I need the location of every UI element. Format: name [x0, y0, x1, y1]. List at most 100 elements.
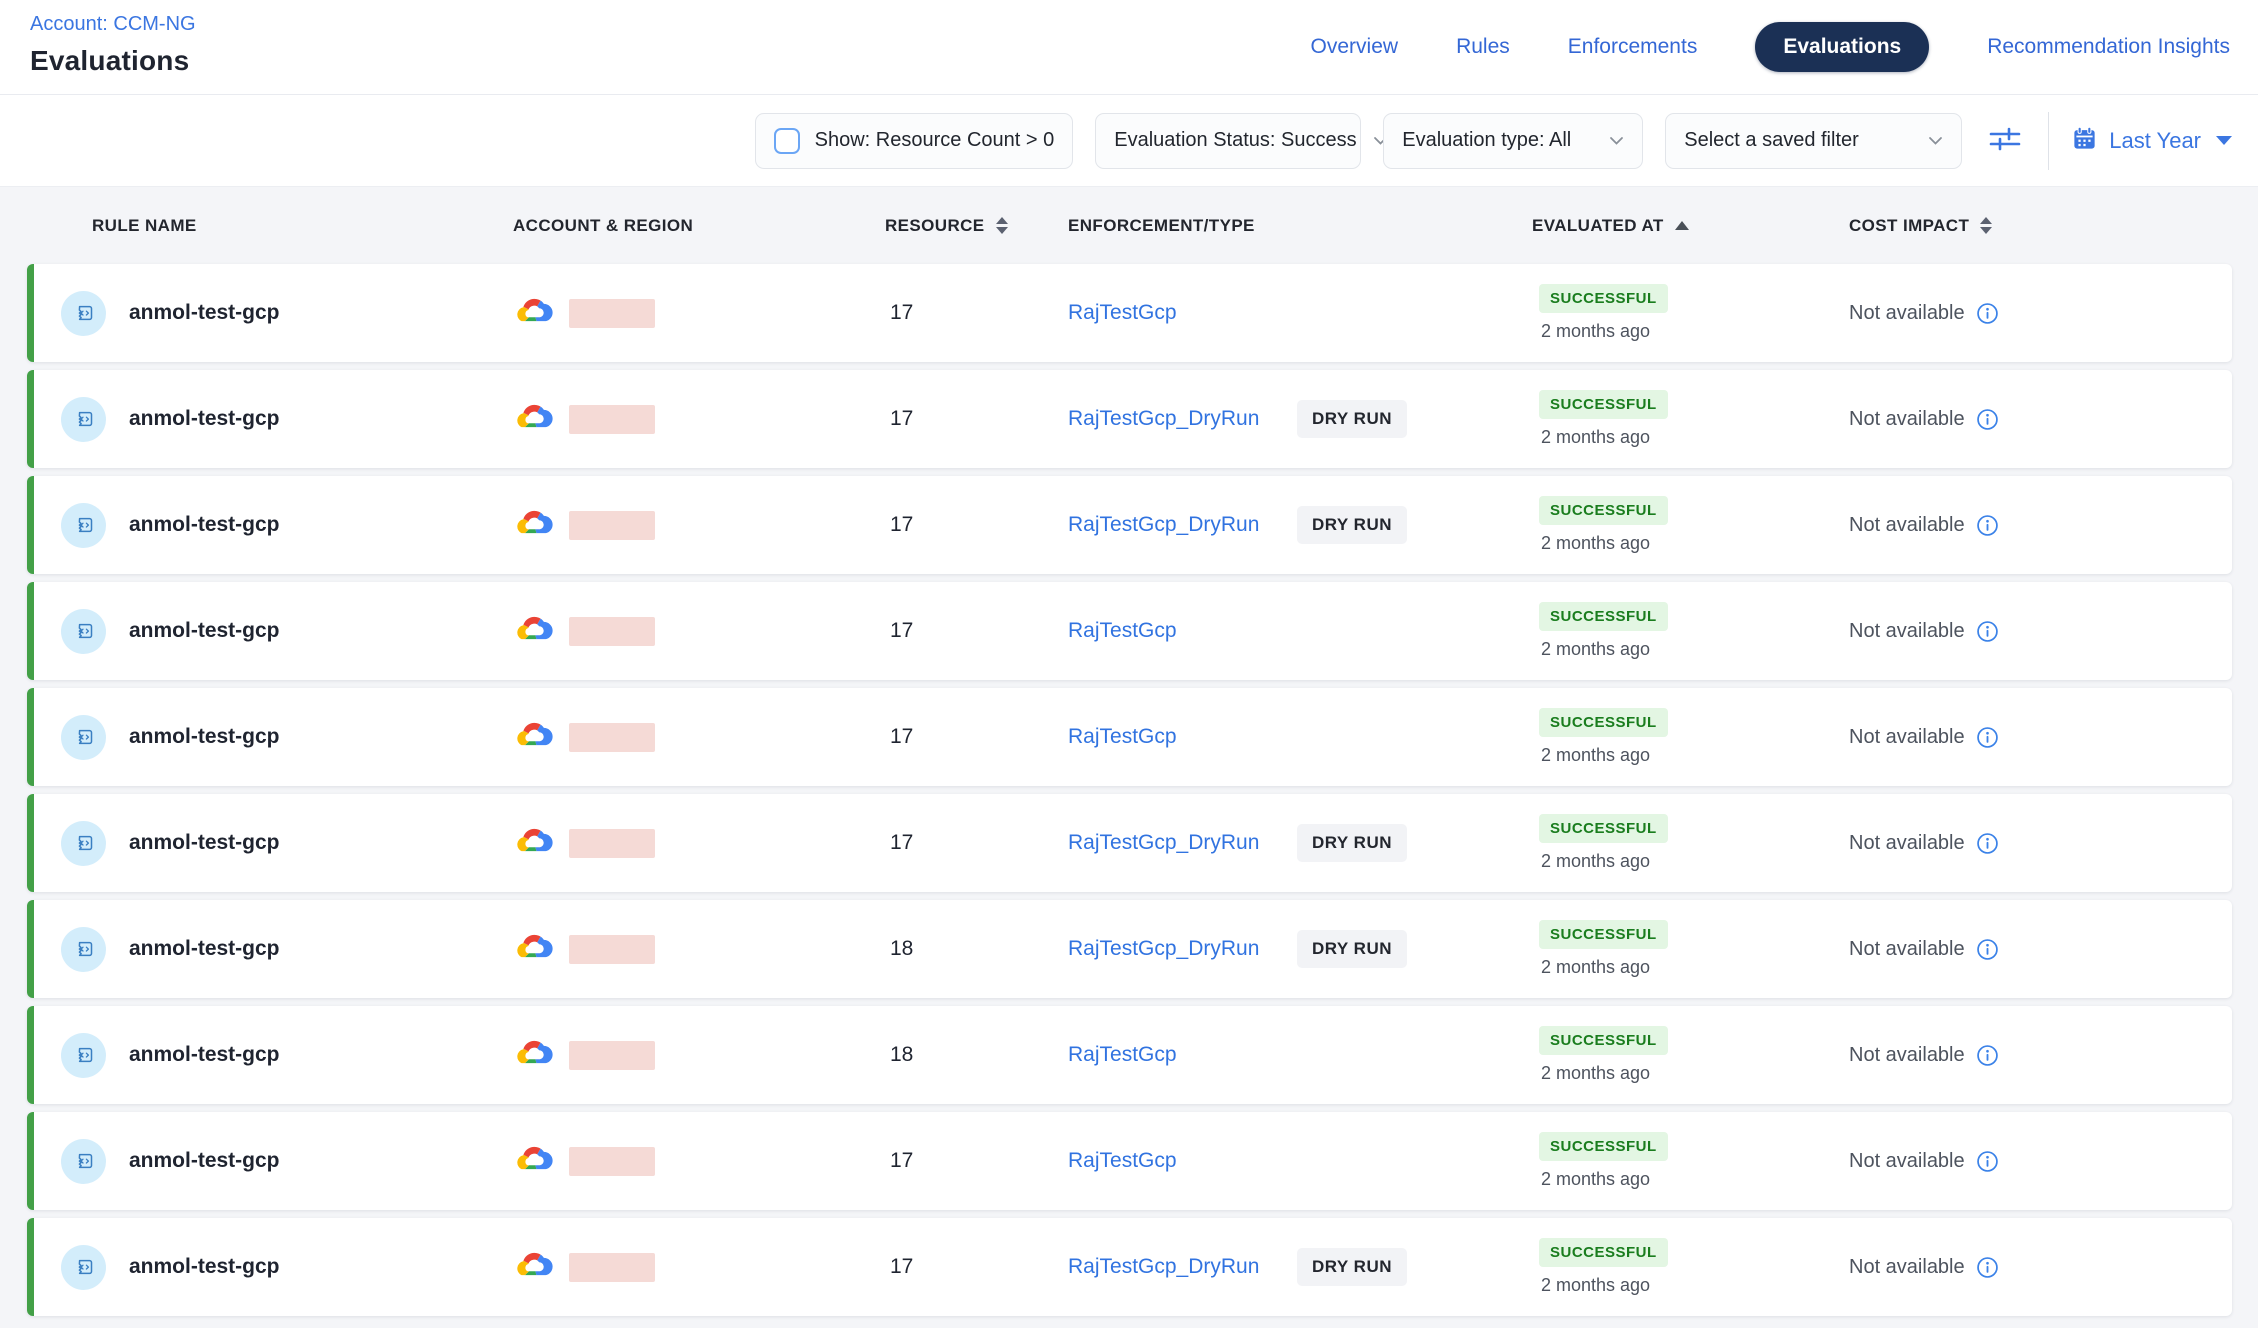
dry-run-badge: DRY RUN — [1297, 1248, 1407, 1286]
column-header-cost-impact[interactable]: COST IMPACT — [1849, 216, 2232, 236]
cost-impact-text: Not available — [1849, 1150, 1965, 1173]
table-row[interactable]: anmol-test-gcp 17 RajTestGcp — [27, 1112, 2232, 1210]
filter-bar: Show: Resource Count > 0 Evaluation Stat… — [0, 95, 2258, 187]
rule-name: anmol-test-gcp — [129, 831, 280, 855]
rule-icon — [61, 291, 106, 336]
account-breadcrumb-link[interactable]: Account: CCM-NG — [30, 13, 196, 36]
chevron-down-icon — [1928, 136, 1943, 146]
column-header-evaluated-at[interactable]: EVALUATED AT — [1532, 216, 1849, 236]
sort-ascending-icon[interactable] — [1675, 221, 1689, 230]
info-icon[interactable] — [1976, 1256, 1999, 1279]
resource-count: 17 — [885, 619, 1068, 643]
resource-count: 17 — [885, 1149, 1068, 1173]
evaluated-time: 2 months ago — [1539, 639, 1650, 660]
rule-icon — [61, 503, 106, 548]
table-row[interactable]: anmol-test-gcp 17 RajTestGcp — [27, 264, 2232, 362]
dry-run-badge: DRY RUN — [1297, 400, 1407, 438]
rule-icon — [61, 1139, 106, 1184]
account-id-redacted — [569, 1041, 655, 1070]
info-icon[interactable] — [1976, 302, 1999, 325]
enforcement-link[interactable]: RajTestGcp — [1068, 1149, 1297, 1173]
enforcement-link[interactable]: RajTestGcp_DryRun — [1068, 513, 1297, 537]
table-row[interactable]: anmol-test-gcp 17 RajTestGcp — [27, 582, 2232, 680]
saved-filter-placeholder: Select a saved filter — [1684, 129, 1859, 152]
table-row[interactable]: anmol-test-gcp 18 RajTestGcp_DryRun DRY — [27, 900, 2232, 998]
rule-icon — [61, 1245, 106, 1290]
rule-icon — [61, 1033, 106, 1078]
nav-tab-enforcements[interactable]: Enforcements — [1568, 35, 1698, 59]
info-icon[interactable] — [1976, 620, 1999, 643]
account-id-redacted — [569, 511, 655, 540]
top-navigation: Overview Rules Enforcements Evaluations … — [1311, 0, 2230, 94]
rule-name: anmol-test-gcp — [129, 1043, 280, 1067]
table-row[interactable]: anmol-test-gcp 17 RajTestGcp_DryRun DRY — [27, 1218, 2232, 1316]
account-id-redacted — [569, 405, 655, 434]
enforcement-link[interactable]: RajTestGcp_DryRun — [1068, 407, 1297, 431]
column-header-resource[interactable]: RESOURCE — [885, 216, 1068, 236]
rule-icon — [61, 397, 106, 442]
status-badge: SUCCESSFUL — [1539, 602, 1668, 631]
enforcement-link[interactable]: RajTestGcp — [1068, 1043, 1297, 1067]
info-icon[interactable] — [1976, 408, 1999, 431]
account-id-redacted — [569, 829, 655, 858]
enforcement-link[interactable]: RajTestGcp_DryRun — [1068, 831, 1297, 855]
evaluations-table: RULE NAME ACCOUNT & REGION RESOURCE ENFO… — [0, 187, 2258, 1316]
gcp-cloud-icon — [514, 1036, 554, 1074]
resource-count-label: Show: Resource Count > 0 — [815, 129, 1055, 152]
table-row[interactable]: anmol-test-gcp 17 RajTestGcp_DryRun DRY — [27, 476, 2232, 574]
account-id-redacted — [569, 299, 655, 328]
enforcement-link[interactable]: RajTestGcp — [1068, 725, 1297, 749]
resource-count-filter[interactable]: Show: Resource Count > 0 — [755, 113, 1074, 169]
rule-name: anmol-test-gcp — [129, 301, 280, 325]
account-id-redacted — [569, 935, 655, 964]
resource-count: 17 — [885, 407, 1068, 431]
rule-name: anmol-test-gcp — [129, 407, 280, 431]
rule-name: anmol-test-gcp — [129, 937, 280, 961]
resource-count-checkbox[interactable] — [774, 128, 800, 154]
info-icon[interactable] — [1976, 938, 1999, 961]
sort-icon[interactable] — [996, 217, 1008, 234]
table-body: anmol-test-gcp 17 RajTestGcp — [27, 264, 2232, 1316]
account-id-redacted — [569, 1147, 655, 1176]
info-icon[interactable] — [1976, 1044, 1999, 1067]
info-icon[interactable] — [1976, 1150, 1999, 1173]
info-icon[interactable] — [1976, 514, 1999, 537]
date-range-picker[interactable]: Last Year — [2071, 125, 2232, 157]
nav-tab-overview[interactable]: Overview — [1311, 35, 1399, 59]
cost-impact-text: Not available — [1849, 620, 1965, 643]
table-row[interactable]: anmol-test-gcp 17 RajTestGcp — [27, 688, 2232, 786]
filter-settings-button[interactable] — [1984, 120, 2026, 161]
account-id-redacted — [569, 723, 655, 752]
sort-icon[interactable] — [1980, 217, 1992, 234]
sliders-icon — [1988, 124, 2022, 157]
nav-tab-rules[interactable]: Rules — [1456, 35, 1510, 59]
table-row[interactable]: anmol-test-gcp 17 RajTestGcp_DryRun DRY — [27, 370, 2232, 468]
dry-run-badge: DRY RUN — [1297, 824, 1407, 862]
nav-tab-recommendation-insights[interactable]: Recommendation Insights — [1987, 35, 2230, 59]
info-icon[interactable] — [1976, 832, 1999, 855]
enforcement-link[interactable]: RajTestGcp_DryRun — [1068, 1255, 1297, 1279]
enforcement-link[interactable]: RajTestGcp — [1068, 619, 1297, 643]
rule-icon — [61, 927, 106, 972]
enforcement-link[interactable]: RajTestGcp — [1068, 301, 1297, 325]
rule-name: anmol-test-gcp — [129, 725, 280, 749]
evaluated-time: 2 months ago — [1539, 427, 1650, 448]
status-badge: SUCCESSFUL — [1539, 814, 1668, 843]
evaluation-type-dropdown[interactable]: Evaluation type: All — [1383, 113, 1643, 169]
table-row[interactable]: anmol-test-gcp 18 RajTestGcp — [27, 1006, 2232, 1104]
top-bar: Account: CCM-NG Evaluations Overview Rul… — [0, 0, 2258, 95]
nav-tab-evaluations-active[interactable]: Evaluations — [1755, 22, 1929, 72]
evaluation-status-dropdown[interactable]: Evaluation Status: Success — [1095, 113, 1361, 169]
resource-count: 18 — [885, 937, 1068, 961]
chevron-down-icon — [1609, 136, 1624, 146]
enforcement-link[interactable]: RajTestGcp_DryRun — [1068, 937, 1297, 961]
table-row[interactable]: anmol-test-gcp 17 RajTestGcp_DryRun DRY — [27, 794, 2232, 892]
gcp-cloud-icon — [514, 1142, 554, 1180]
saved-filter-dropdown[interactable]: Select a saved filter — [1665, 113, 1962, 169]
info-icon[interactable] — [1976, 726, 1999, 749]
gcp-cloud-icon — [514, 612, 554, 650]
cost-impact-text: Not available — [1849, 302, 1965, 325]
evaluated-time: 2 months ago — [1539, 1063, 1650, 1084]
status-badge: SUCCESSFUL — [1539, 1238, 1668, 1267]
dry-run-badge: DRY RUN — [1297, 930, 1407, 968]
